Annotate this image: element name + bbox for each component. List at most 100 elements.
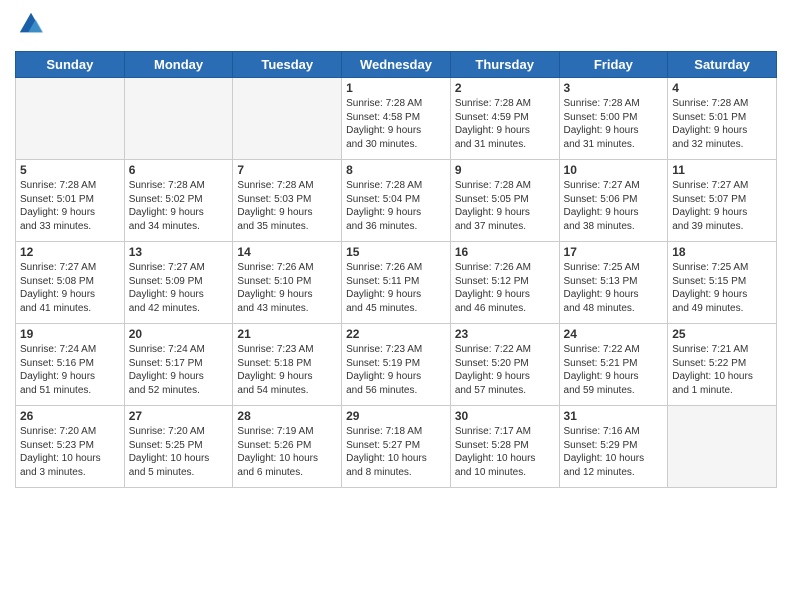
day-cell: 8 Sunrise: 7:28 AM Sunset: 5:04 PM Daylig… bbox=[342, 160, 451, 242]
day-cell: 16 Sunrise: 7:26 AM Sunset: 5:12 PM Dayli… bbox=[450, 242, 559, 324]
logo bbox=[15, 10, 45, 43]
day-cell: 4 Sunrise: 7:28 AM Sunset: 5:01 PM Daylig… bbox=[668, 78, 777, 160]
day-cell: 12 Sunrise: 7:27 AM Sunset: 5:08 PM Dayli… bbox=[16, 242, 125, 324]
day-header-wednesday: Wednesday bbox=[342, 52, 451, 78]
day-number: 12 bbox=[20, 245, 120, 259]
day-info: Sunrise: 7:28 AM Sunset: 4:58 PM Dayligh… bbox=[346, 97, 446, 151]
day-info: Sunrise: 7:24 AM Sunset: 5:16 PM Dayligh… bbox=[20, 343, 120, 397]
day-number: 4 bbox=[672, 81, 772, 95]
day-header-tuesday: Tuesday bbox=[233, 52, 342, 78]
day-info: Sunrise: 7:28 AM Sunset: 5:04 PM Dayligh… bbox=[346, 179, 446, 233]
day-info: Sunrise: 7:27 AM Sunset: 5:08 PM Dayligh… bbox=[20, 261, 120, 315]
day-header-thursday: Thursday bbox=[450, 52, 559, 78]
day-cell bbox=[668, 406, 777, 488]
day-cell: 30 Sunrise: 7:17 AM Sunset: 5:28 PM Dayli… bbox=[450, 406, 559, 488]
day-cell: 28 Sunrise: 7:19 AM Sunset: 5:26 PM Dayli… bbox=[233, 406, 342, 488]
day-header-friday: Friday bbox=[559, 52, 668, 78]
day-info: Sunrise: 7:25 AM Sunset: 5:13 PM Dayligh… bbox=[564, 261, 664, 315]
day-number: 18 bbox=[672, 245, 772, 259]
day-number: 7 bbox=[237, 163, 337, 177]
day-info: Sunrise: 7:20 AM Sunset: 5:23 PM Dayligh… bbox=[20, 425, 120, 479]
day-info: Sunrise: 7:26 AM Sunset: 5:11 PM Dayligh… bbox=[346, 261, 446, 315]
day-cell: 31 Sunrise: 7:16 AM Sunset: 5:29 PM Dayli… bbox=[559, 406, 668, 488]
day-number: 9 bbox=[455, 163, 555, 177]
day-number: 19 bbox=[20, 327, 120, 341]
day-cell bbox=[124, 78, 233, 160]
day-number: 16 bbox=[455, 245, 555, 259]
day-info: Sunrise: 7:21 AM Sunset: 5:22 PM Dayligh… bbox=[672, 343, 772, 397]
week-row-2: 5 Sunrise: 7:28 AM Sunset: 5:01 PM Daylig… bbox=[16, 160, 777, 242]
day-cell: 24Sunrise: 7:22 AM Sunset: 5:21 PM Dayli… bbox=[559, 324, 668, 406]
day-info: Sunrise: 7:16 AM Sunset: 5:29 PM Dayligh… bbox=[564, 425, 664, 479]
day-info: Sunrise: 7:25 AM Sunset: 5:15 PM Dayligh… bbox=[672, 261, 772, 315]
day-cell: 9 Sunrise: 7:28 AM Sunset: 5:05 PM Daylig… bbox=[450, 160, 559, 242]
day-cell: 2 Sunrise: 7:28 AM Sunset: 4:59 PM Daylig… bbox=[450, 78, 559, 160]
day-info: Sunrise: 7:26 AM Sunset: 5:10 PM Dayligh… bbox=[237, 261, 337, 315]
day-cell: 18 Sunrise: 7:25 AM Sunset: 5:15 PM Dayli… bbox=[668, 242, 777, 324]
day-number: 13 bbox=[129, 245, 229, 259]
day-number: 31 bbox=[564, 409, 664, 423]
day-number: 25 bbox=[672, 327, 772, 341]
day-cell: 21Sunrise: 7:23 AM Sunset: 5:18 PM Dayli… bbox=[233, 324, 342, 406]
day-info: Sunrise: 7:27 AM Sunset: 5:07 PM Dayligh… bbox=[672, 179, 772, 233]
day-header-sunday: Sunday bbox=[16, 52, 125, 78]
day-number: 30 bbox=[455, 409, 555, 423]
day-number: 22 bbox=[346, 327, 446, 341]
day-info: Sunrise: 7:18 AM Sunset: 5:27 PM Dayligh… bbox=[346, 425, 446, 479]
day-number: 2 bbox=[455, 81, 555, 95]
day-number: 8 bbox=[346, 163, 446, 177]
day-info: Sunrise: 7:20 AM Sunset: 5:25 PM Dayligh… bbox=[129, 425, 229, 479]
day-cell: 5 Sunrise: 7:28 AM Sunset: 5:01 PM Daylig… bbox=[16, 160, 125, 242]
day-info: Sunrise: 7:28 AM Sunset: 5:00 PM Dayligh… bbox=[564, 97, 664, 151]
day-info: Sunrise: 7:28 AM Sunset: 5:03 PM Dayligh… bbox=[237, 179, 337, 233]
day-number: 5 bbox=[20, 163, 120, 177]
calendar-body: 1 Sunrise: 7:28 AM Sunset: 4:58 PM Daylig… bbox=[16, 78, 777, 488]
day-cell: 29 Sunrise: 7:18 AM Sunset: 5:27 PM Dayli… bbox=[342, 406, 451, 488]
day-header-saturday: Saturday bbox=[668, 52, 777, 78]
days-header-row: SundayMondayTuesdayWednesdayThursdayFrid… bbox=[16, 52, 777, 78]
page: SundayMondayTuesdayWednesdayThursdayFrid… bbox=[0, 0, 792, 612]
day-number: 3 bbox=[564, 81, 664, 95]
day-number: 6 bbox=[129, 163, 229, 177]
day-cell bbox=[16, 78, 125, 160]
day-number: 23 bbox=[455, 327, 555, 341]
logo-icon bbox=[17, 10, 45, 38]
day-info: Sunrise: 7:19 AM Sunset: 5:26 PM Dayligh… bbox=[237, 425, 337, 479]
day-cell: 15Sunrise: 7:26 AM Sunset: 5:11 PM Dayli… bbox=[342, 242, 451, 324]
day-cell: 1 Sunrise: 7:28 AM Sunset: 4:58 PM Daylig… bbox=[342, 78, 451, 160]
day-header-monday: Monday bbox=[124, 52, 233, 78]
day-info: Sunrise: 7:24 AM Sunset: 5:17 PM Dayligh… bbox=[129, 343, 229, 397]
day-info: Sunrise: 7:28 AM Sunset: 4:59 PM Dayligh… bbox=[455, 97, 555, 151]
day-number: 20 bbox=[129, 327, 229, 341]
day-cell: 14Sunrise: 7:26 AM Sunset: 5:10 PM Dayli… bbox=[233, 242, 342, 324]
day-info: Sunrise: 7:28 AM Sunset: 5:01 PM Dayligh… bbox=[20, 179, 120, 233]
day-number: 29 bbox=[346, 409, 446, 423]
day-cell: 26 Sunrise: 7:20 AM Sunset: 5:23 PM Dayli… bbox=[16, 406, 125, 488]
week-row-1: 1 Sunrise: 7:28 AM Sunset: 4:58 PM Daylig… bbox=[16, 78, 777, 160]
day-info: Sunrise: 7:27 AM Sunset: 5:06 PM Dayligh… bbox=[564, 179, 664, 233]
day-cell: 17 Sunrise: 7:25 AM Sunset: 5:13 PM Dayli… bbox=[559, 242, 668, 324]
day-number: 1 bbox=[346, 81, 446, 95]
day-number: 26 bbox=[20, 409, 120, 423]
day-cell bbox=[233, 78, 342, 160]
day-cell: 6 Sunrise: 7:28 AM Sunset: 5:02 PM Daylig… bbox=[124, 160, 233, 242]
day-number: 10 bbox=[564, 163, 664, 177]
day-number: 11 bbox=[672, 163, 772, 177]
day-info: Sunrise: 7:28 AM Sunset: 5:02 PM Dayligh… bbox=[129, 179, 229, 233]
day-info: Sunrise: 7:22 AM Sunset: 5:20 PM Dayligh… bbox=[455, 343, 555, 397]
day-info: Sunrise: 7:28 AM Sunset: 5:01 PM Dayligh… bbox=[672, 97, 772, 151]
day-cell: 27Sunrise: 7:20 AM Sunset: 5:25 PM Dayli… bbox=[124, 406, 233, 488]
day-info: Sunrise: 7:22 AM Sunset: 5:21 PM Dayligh… bbox=[564, 343, 664, 397]
day-number: 28 bbox=[237, 409, 337, 423]
day-info: Sunrise: 7:17 AM Sunset: 5:28 PM Dayligh… bbox=[455, 425, 555, 479]
day-info: Sunrise: 7:23 AM Sunset: 5:18 PM Dayligh… bbox=[237, 343, 337, 397]
day-info: Sunrise: 7:27 AM Sunset: 5:09 PM Dayligh… bbox=[129, 261, 229, 315]
week-row-3: 12 Sunrise: 7:27 AM Sunset: 5:08 PM Dayli… bbox=[16, 242, 777, 324]
day-cell: 22 Sunrise: 7:23 AM Sunset: 5:19 PM Dayli… bbox=[342, 324, 451, 406]
calendar: SundayMondayTuesdayWednesdayThursdayFrid… bbox=[15, 51, 777, 488]
day-info: Sunrise: 7:28 AM Sunset: 5:05 PM Dayligh… bbox=[455, 179, 555, 233]
day-number: 17 bbox=[564, 245, 664, 259]
day-cell: 23 Sunrise: 7:22 AM Sunset: 5:20 PM Dayli… bbox=[450, 324, 559, 406]
day-info: Sunrise: 7:26 AM Sunset: 5:12 PM Dayligh… bbox=[455, 261, 555, 315]
day-info: Sunrise: 7:23 AM Sunset: 5:19 PM Dayligh… bbox=[346, 343, 446, 397]
